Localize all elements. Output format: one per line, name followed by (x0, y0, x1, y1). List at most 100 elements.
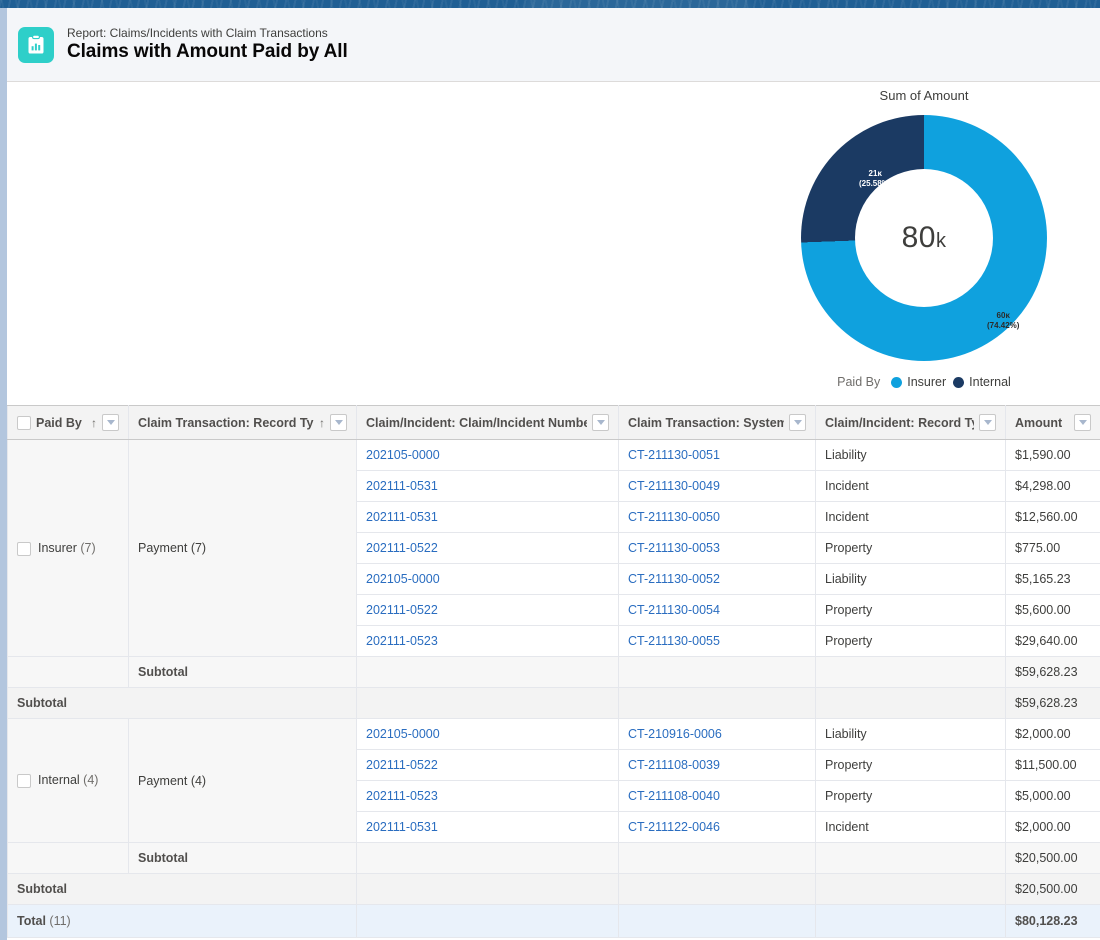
cell-ci-number[interactable]: 202105-0000 (356, 563, 619, 595)
ct-system-id-link[interactable]: CT-211130-0054 (628, 603, 720, 617)
column-header-amount[interactable]: Amount (1005, 405, 1100, 440)
report-table: Paid By ↑ Claim Transaction: Record Type… (7, 405, 1100, 938)
cell-ci-number[interactable]: 202111-0531 (356, 470, 619, 502)
ct-system-id-link[interactable]: CT-211130-0053 (628, 541, 720, 555)
ct-system-id-link[interactable]: CT-211122-0046 (628, 820, 720, 834)
cell-ci-number[interactable]: 202105-0000 (356, 439, 619, 471)
group-label-paid-by: Insurer (7) (38, 540, 96, 555)
column-menu-button-paid-by[interactable] (102, 414, 119, 431)
cell-ci-number[interactable]: 202111-0531 (356, 811, 619, 843)
ci-number-link[interactable]: 202111-0522 (366, 541, 438, 555)
ci-number-link[interactable]: 202111-0531 (366, 510, 438, 524)
cell-ct-system-id[interactable]: CT-211108-0040 (618, 780, 816, 812)
table-row[interactable]: Internal (4) Payment (4) 202105-0000 CT-210… (7, 718, 1100, 843)
report-clipboard-icon (18, 26, 54, 63)
cell-ci-record-type: Liability (815, 439, 1006, 471)
report-window: Report: Claims/Incidents with Claim Tran… (7, 8, 1100, 940)
column-header-ci-number[interactable]: Claim/Incident: Claim/Incident Number (356, 405, 619, 440)
ct-system-id-link[interactable]: CT-211130-0051 (628, 448, 720, 462)
sort-ascending-icon[interactable]: ↑ (319, 416, 325, 430)
report-table-header: Paid By ↑ Claim Transaction: Record Type… (7, 405, 1100, 440)
group-cell-record-type: Payment (4) (128, 718, 357, 843)
cell-ci-number[interactable]: 202111-0522 (356, 749, 619, 781)
cell-ci-number[interactable]: 202105-0000 (356, 718, 619, 750)
ci-number-link[interactable]: 202111-0522 (366, 603, 438, 617)
column-menu-button-ci-record-type[interactable] (979, 414, 996, 431)
chevron-down-icon (106, 420, 115, 425)
cell-ci-number[interactable]: 202111-0531 (356, 501, 619, 533)
donut-center-value: 80k (902, 221, 947, 255)
cell-ct-system-id[interactable]: CT-210916-0006 (618, 718, 816, 750)
donut-chart[interactable]: Sum of Amount 80k 21ᴋ (25.58%) 60ᴋ (74.4… (768, 82, 1080, 389)
legend-item-internal[interactable]: Internal (953, 375, 1011, 389)
donut-center-unit: k (935, 230, 947, 252)
group-count-paid-by: (4) (83, 773, 99, 787)
column-menu-button-ct-record-type[interactable] (330, 414, 347, 431)
ct-system-id-link[interactable]: CT-211108-0039 (628, 758, 720, 772)
ct-system-id-link[interactable]: CT-211130-0050 (628, 510, 720, 524)
select-all-checkbox[interactable] (17, 415, 31, 430)
cell-ci-record-type: Liability (815, 563, 1006, 595)
cell-ct-system-id[interactable]: CT-211108-0039 (618, 749, 816, 781)
table-row[interactable]: Insurer (7) Payment (7) 202105-0000 CT-2111… (7, 439, 1100, 657)
cell-ci-number[interactable]: 202111-0522 (356, 594, 619, 626)
column-menu-button-ct-system-id[interactable] (789, 414, 806, 431)
cell-ct-system-id[interactable]: CT-211130-0051 (618, 439, 816, 471)
ct-system-id-link[interactable]: CT-211108-0040 (628, 789, 720, 803)
cell-amount: $11,500.00 (1005, 749, 1100, 781)
cell-amount: $5,600.00 (1005, 594, 1100, 626)
ci-number-link[interactable]: 202111-0523 (366, 634, 438, 648)
legend-label-internal: Internal (969, 375, 1011, 389)
cell-ci-record-type: Property (815, 749, 1006, 781)
outer-subtotal-label: Subtotal (7, 687, 357, 719)
column-header-ci-record-type[interactable]: Claim/Incident: Record Type (815, 405, 1006, 440)
cell-ct-system-id[interactable]: CT-211130-0049 (618, 470, 816, 502)
chevron-down-icon (793, 420, 802, 425)
cell-ct-system-id[interactable]: CT-211122-0046 (618, 811, 816, 843)
cell-amount: $775.00 (1005, 532, 1100, 564)
ci-number-link[interactable]: 202111-0522 (366, 758, 438, 772)
sort-ascending-icon[interactable]: ↑ (91, 416, 97, 430)
group-row-checkbox[interactable] (17, 541, 31, 556)
cell-ct-system-id[interactable]: CT-211130-0054 (618, 594, 816, 626)
chevron-down-icon (334, 420, 343, 425)
slice-label-insurer-value: 60ᴋ (996, 311, 1010, 320)
ci-number-link[interactable]: 202105-0000 (366, 572, 440, 586)
inner-subtotal-label: Subtotal (128, 656, 357, 688)
donut-graphic[interactable]: 80k 21ᴋ (25.58%) 60ᴋ (74.42%) (801, 115, 1047, 361)
grand-total-blank-2 (618, 904, 816, 938)
cell-ct-system-id[interactable]: CT-211130-0050 (618, 501, 816, 533)
outer-subtotal-amount: $20,500.00 (1005, 873, 1100, 905)
cell-ci-number[interactable]: 202111-0522 (356, 532, 619, 564)
column-menu-button-ci-number[interactable] (592, 414, 609, 431)
cell-ct-system-id[interactable]: CT-211130-0055 (618, 625, 816, 657)
ci-number-link[interactable]: 202111-0531 (366, 820, 438, 834)
cell-ct-system-id[interactable]: CT-211130-0053 (618, 532, 816, 564)
column-header-ct-system-id[interactable]: Claim Transaction: System ID (618, 405, 816, 440)
ct-system-id-link[interactable]: CT-211130-0049 (628, 479, 720, 493)
column-label-ci-number: Claim/Incident: Claim/Incident Number (366, 415, 587, 430)
column-header-ct-record-type[interactable]: Claim Transaction: Record Type ↑ (128, 405, 357, 440)
group-count-paid-by: (7) (80, 540, 96, 555)
grand-total-row: Total (11) $80,128.23 (7, 904, 1100, 938)
cell-ci-number[interactable]: 202111-0523 (356, 625, 619, 657)
cell-ci-number[interactable]: 202111-0523 (356, 780, 619, 812)
group-cell-paid-by[interactable]: Internal (4) (7, 718, 129, 843)
report-type-label: Report: Claims/Incidents with Claim Tran… (67, 25, 328, 40)
column-header-paid-by[interactable]: Paid By ↑ (7, 405, 129, 440)
legend-item-insurer[interactable]: Insurer (891, 375, 946, 389)
inner-subtotal-blank-2 (618, 656, 816, 688)
group-cell-paid-by[interactable]: Insurer (7) (7, 439, 129, 657)
ct-system-id-link[interactable]: CT-211130-0052 (628, 572, 720, 586)
ci-number-link[interactable]: 202111-0531 (366, 479, 438, 493)
ci-number-link[interactable]: 202105-0000 (366, 727, 440, 741)
column-menu-button-amount[interactable] (1074, 414, 1091, 431)
cell-ct-system-id[interactable]: CT-211130-0052 (618, 563, 816, 595)
ci-number-link[interactable]: 202111-0523 (366, 789, 438, 803)
ct-system-id-link[interactable]: CT-210916-0006 (628, 727, 722, 741)
grand-total-label: Total (11) (7, 904, 357, 938)
ct-system-id-link[interactable]: CT-211130-0055 (628, 634, 720, 648)
group-row-checkbox[interactable] (17, 774, 31, 788)
slice-label-internal-percent: (25.58%) (859, 179, 892, 188)
ci-number-link[interactable]: 202105-0000 (366, 448, 440, 462)
